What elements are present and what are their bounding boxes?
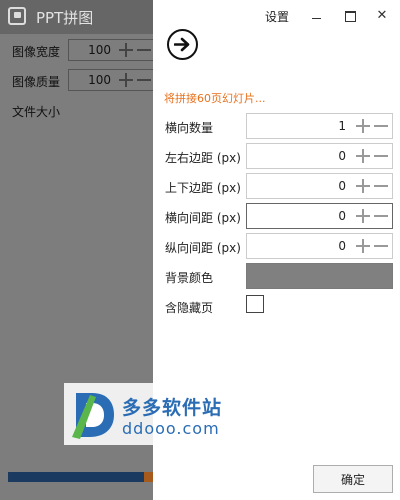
tb-margin-label: 上下边距 (px) — [165, 181, 241, 195]
slide-count-notice: 将拼接60页幻灯片... — [164, 92, 266, 105]
bg-color-label: 背景颜色 — [165, 271, 214, 285]
tb-margin-value[interactable]: 0 — [247, 174, 346, 198]
app-title: PPT拼图 — [36, 9, 94, 27]
horizontal-count-stepper[interactable]: 1 — [246, 113, 393, 139]
app-icon — [8, 7, 26, 25]
minus-icon[interactable] — [374, 209, 388, 223]
panel-title: 设置 — [265, 10, 290, 24]
image-width-value[interactable]: 100 — [69, 40, 111, 60]
image-width-label: 图像宽度 — [12, 45, 61, 59]
plus-icon[interactable] — [356, 149, 370, 163]
v-spacing-value[interactable]: 0 — [247, 234, 346, 258]
ok-button[interactable]: 确定 — [313, 465, 393, 493]
close-icon[interactable]: ✕ — [372, 6, 392, 26]
watermark: 多多软件站 ddooo.com — [64, 383, 244, 445]
file-size-label: 文件大小 — [12, 105, 61, 119]
watermark-site-name: 多多软件站 — [122, 397, 223, 419]
next-arrow-button[interactable] — [167, 29, 198, 60]
arrow-right-icon — [174, 37, 190, 52]
progress-bar — [8, 472, 154, 482]
lr-margin-label: 左右边距 (px) — [165, 151, 241, 165]
minimize-icon[interactable] — [307, 6, 327, 26]
include-hidden-label: 含隐藏页 — [165, 301, 214, 315]
maximize-icon[interactable] — [340, 6, 360, 26]
plus-icon[interactable] — [356, 119, 370, 133]
minus-icon[interactable] — [137, 43, 151, 57]
horizontal-count-label: 横向数量 — [165, 121, 214, 135]
main-titlebar: PPT拼图 — [0, 0, 160, 34]
plus-icon[interactable] — [356, 239, 370, 253]
plus-icon[interactable] — [119, 43, 133, 57]
bg-color-swatch[interactable] — [246, 263, 393, 289]
lr-margin-stepper[interactable]: 0 — [246, 143, 393, 169]
image-quality-label: 图像质量 — [12, 75, 61, 89]
image-quality-value[interactable]: 100 — [69, 70, 111, 90]
include-hidden-checkbox[interactable] — [246, 295, 264, 313]
v-spacing-stepper[interactable]: 0 — [246, 233, 393, 259]
horizontal-count-value[interactable]: 1 — [247, 114, 346, 138]
minus-icon[interactable] — [374, 179, 388, 193]
plus-icon[interactable] — [356, 179, 370, 193]
minus-icon[interactable] — [374, 119, 388, 133]
h-spacing-label: 横向间距 (px) — [165, 211, 241, 225]
minus-icon[interactable] — [374, 149, 388, 163]
lr-margin-value[interactable]: 0 — [247, 144, 346, 168]
tb-margin-stepper[interactable]: 0 — [246, 173, 393, 199]
plus-icon[interactable] — [119, 73, 133, 87]
minus-icon[interactable] — [374, 239, 388, 253]
h-spacing-value[interactable]: 0 — [247, 204, 346, 228]
watermark-url: ddooo.com — [122, 419, 220, 438]
v-spacing-label: 纵向间距 (px) — [165, 241, 241, 255]
image-quality-stepper[interactable]: 100 — [68, 69, 154, 91]
plus-icon[interactable] — [356, 209, 370, 223]
image-width-stepper[interactable]: 100 — [68, 39, 154, 61]
minus-icon[interactable] — [137, 73, 151, 87]
ddooo-logo-icon — [72, 393, 114, 439]
h-spacing-stepper[interactable]: 0 — [246, 203, 393, 229]
